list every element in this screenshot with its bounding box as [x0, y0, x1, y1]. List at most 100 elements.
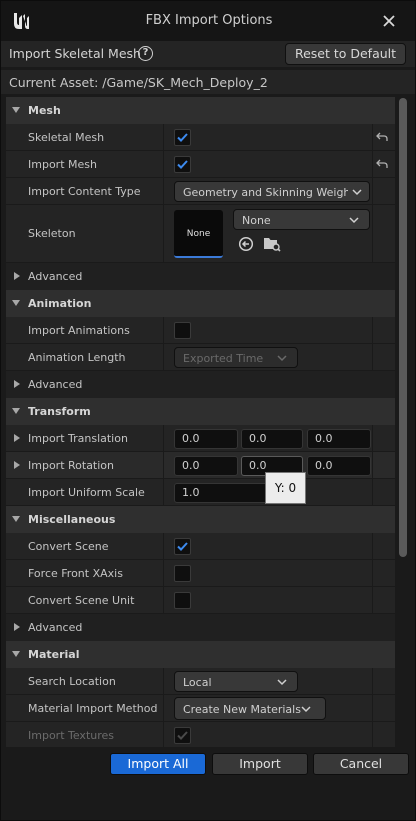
prop-animation-length: Animation Length Exported Time [6, 344, 395, 371]
expand-arrow-icon [12, 651, 20, 657]
options-header: Import Skeletal Mesh ? Reset to Default [1, 41, 415, 67]
chevron-down-icon [349, 217, 359, 224]
uniform-scale-input[interactable]: 1.0 [174, 483, 270, 503]
expand-arrow-icon [14, 380, 20, 388]
import-type-label: Import Skeletal Mesh [9, 46, 141, 61]
category-label: Animation [28, 297, 92, 310]
prop-import-animations: Import Animations [6, 317, 395, 344]
advanced-label: Advanced [28, 270, 83, 283]
prop-import-uniform-scale: Import Uniform Scale 1.0 [6, 479, 395, 506]
category-material[interactable]: Material [6, 641, 395, 668]
chevron-down-icon [352, 189, 362, 196]
category-animation[interactable]: Animation [6, 290, 395, 317]
expand-arrow-icon [12, 516, 20, 522]
prop-material-import-method: Material Import Method Create New Materi… [6, 695, 395, 722]
prop-search-location: Search Location Local [6, 668, 395, 695]
misc-advanced-row[interactable]: Advanced [6, 614, 395, 641]
prop-skeletal-mesh: Skeletal Mesh [6, 124, 395, 151]
prop-label: Import Animations [28, 324, 130, 337]
prop-label: Import Uniform Scale [28, 486, 145, 499]
close-icon[interactable] [380, 12, 398, 30]
window-title: FBX Import Options [145, 13, 273, 28]
chevron-down-icon [277, 679, 287, 686]
import-all-button[interactable]: Import All [110, 753, 206, 775]
browse-folder-icon[interactable] [263, 235, 281, 252]
import-button[interactable]: Import [212, 753, 308, 775]
category-label: Miscellaneous [28, 513, 116, 526]
prop-import-content-type: Import Content Type Geometry and Skinnin… [6, 178, 395, 205]
prop-label: Import Content Type [28, 185, 141, 198]
translation-x-input[interactable]: 0.0 [174, 429, 238, 449]
translation-y-input[interactable]: 0.0 [241, 429, 303, 449]
chevron-down-icon [301, 706, 311, 713]
prop-label: Import Rotation [28, 459, 115, 472]
expand-arrow-icon[interactable] [14, 434, 20, 442]
expand-arrow-icon [12, 300, 20, 306]
import-textures-checkbox[interactable] [174, 727, 191, 744]
expand-arrow-icon [14, 272, 20, 280]
import-animations-checkbox[interactable] [174, 322, 191, 339]
convert-scene-unit-checkbox[interactable] [174, 592, 191, 609]
category-label: Transform [28, 405, 91, 418]
category-label: Mesh [28, 104, 61, 117]
rotation-z-input[interactable]: 0.0 [307, 456, 371, 476]
prop-label: Search Location [28, 675, 116, 688]
title-bar[interactable]: FBX Import Options [1, 1, 415, 41]
current-asset-bar: Current Asset: /Game/SK_Mech_Deploy_2 [1, 70, 415, 94]
prop-label: Animation Length [28, 351, 126, 364]
import-mesh-checkbox[interactable] [174, 156, 191, 173]
rotation-x-input[interactable]: 0.0 [174, 456, 238, 476]
tooltip: Y: 0 [265, 472, 306, 504]
use-selected-asset-icon[interactable] [238, 236, 254, 252]
prop-label: Convert Scene [28, 540, 109, 553]
help-icon[interactable]: ? [138, 46, 153, 61]
chevron-down-icon [277, 355, 287, 362]
expand-arrow-icon [14, 623, 20, 631]
expand-arrow-icon[interactable] [14, 461, 20, 469]
prop-convert-scene: Convert Scene [6, 533, 395, 560]
reset-arrow-icon[interactable] [376, 131, 388, 143]
mesh-advanced-row[interactable]: Advanced [6, 263, 395, 290]
reset-arrow-icon[interactable] [376, 158, 388, 170]
prop-label: Skeleton [28, 227, 76, 240]
prop-label: Force Front XAxis [28, 567, 123, 580]
material-import-method-dropdown[interactable]: Create New Materials [174, 697, 326, 720]
prop-label: Import Translation [28, 432, 128, 445]
scrollbar-thumb[interactable] [399, 98, 407, 557]
advanced-label: Advanced [28, 621, 83, 634]
category-label: Material [28, 648, 80, 661]
category-mesh[interactable]: Mesh [6, 97, 395, 124]
expand-arrow-icon [12, 107, 20, 113]
expand-arrow-icon [12, 408, 20, 414]
advanced-label: Advanced [28, 378, 83, 391]
prop-import-textures: Import Textures [6, 722, 395, 747]
skeleton-thumbnail[interactable]: None [174, 210, 223, 258]
prop-skeleton: Skeleton None None [6, 205, 395, 263]
translation-z-input[interactable]: 0.0 [307, 429, 371, 449]
prop-label: Skeletal Mesh [28, 131, 105, 144]
category-miscellaneous[interactable]: Miscellaneous [6, 506, 395, 533]
category-transform[interactable]: Transform [6, 398, 395, 425]
prop-force-front-xaxis: Force Front XAxis [6, 560, 395, 587]
current-asset-label: Current Asset: /Game/SK_Mech_Deploy_2 [9, 75, 268, 90]
search-location-dropdown[interactable]: Local [174, 671, 298, 692]
reset-to-default-button[interactable]: Reset to Default [285, 43, 406, 65]
animation-length-dropdown[interactable]: Exported Time [174, 347, 298, 368]
prop-label: Convert Scene Unit [28, 594, 135, 607]
import-content-type-dropdown[interactable]: Geometry and Skinning Weights. [174, 181, 370, 202]
prop-convert-scene-unit: Convert Scene Unit [6, 587, 395, 614]
details-panel: Mesh Skeletal Mesh Import Mesh Import Co… [6, 97, 395, 747]
skeleton-picker-dropdown[interactable]: None [233, 209, 370, 230]
fbx-import-dialog: FBX Import Options Import Skeletal Mesh … [0, 0, 416, 821]
prop-label: Import Textures [28, 729, 115, 742]
prop-import-mesh: Import Mesh [6, 151, 395, 178]
animation-advanced-row[interactable]: Advanced [6, 371, 395, 398]
convert-scene-checkbox[interactable] [174, 538, 191, 555]
prop-import-translation: Import Translation 0.0 0.0 0.0 [6, 425, 395, 452]
force-front-xaxis-checkbox[interactable] [174, 565, 191, 582]
prop-label: Import Mesh [28, 158, 97, 171]
skeletal-mesh-checkbox[interactable] [174, 129, 191, 146]
prop-label: Material Import Method [28, 702, 158, 715]
prop-import-rotation: Import Rotation 0.0 0.0 0.0 [6, 452, 395, 479]
cancel-button[interactable]: Cancel [313, 753, 409, 775]
